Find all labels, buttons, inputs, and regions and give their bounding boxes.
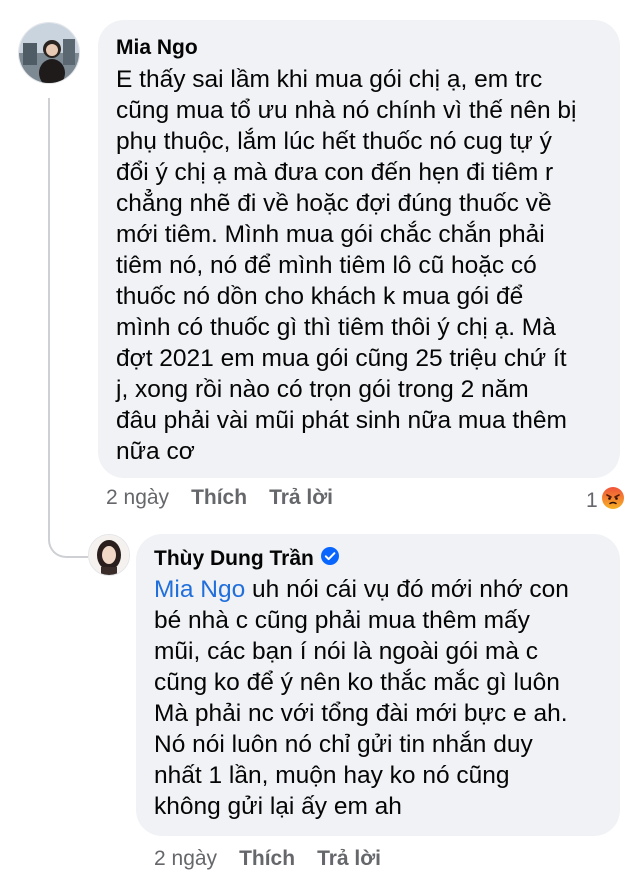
mention-link[interactable]: Mia Ngo	[154, 576, 245, 603]
reply-author[interactable]: Thùy Dung Trần	[154, 547, 314, 571]
comment-bubble: Mia Ngo E thấy sai lầm khi mua gói chị ạ…	[98, 20, 620, 478]
reply-text-block: Mia Ngo uh nói cái vụ đó mới nhớ con bé n…	[154, 574, 602, 822]
reply-time[interactable]: 2 ngày	[154, 847, 217, 871]
verified-badge-icon	[320, 546, 340, 572]
reply-bubble: Thùy Dung Trần Mia Ngo uh nói cái vụ đó …	[136, 534, 620, 836]
reply-text: bé nhà c cũng phải mua thêm mấy mũi, các…	[154, 607, 568, 820]
reply-actions: 2 ngày Thích Trả lời	[154, 847, 403, 871]
profile-photo-icon	[89, 535, 129, 575]
profile-photo-icon	[19, 23, 79, 83]
comment-actions: 2 ngày Thích Trả lời	[106, 486, 355, 510]
reaction-count: 1	[586, 489, 598, 512]
reply-button[interactable]: Trả lời	[269, 486, 333, 510]
reply-reply-button[interactable]: Trả lời	[317, 847, 381, 871]
reply-avatar[interactable]	[88, 534, 130, 576]
reply-like-button[interactable]: Thích	[239, 847, 295, 871]
reply-text-first-line: uh nói cái vụ đó mới nhớ con	[245, 576, 569, 603]
thread-connector	[48, 98, 88, 558]
comment-author[interactable]: Mia Ngo	[116, 36, 602, 60]
reaction-summary[interactable]: 1	[586, 486, 625, 516]
angry-emoji-icon	[601, 486, 625, 516]
comment-text: E thấy sai lầm khi mua gói chị ạ, em trc…	[116, 66, 577, 465]
comment-time[interactable]: 2 ngày	[106, 486, 169, 510]
like-button[interactable]: Thích	[191, 486, 247, 510]
reply-author-row: Thùy Dung Trần	[154, 546, 602, 572]
avatar[interactable]	[18, 22, 80, 84]
